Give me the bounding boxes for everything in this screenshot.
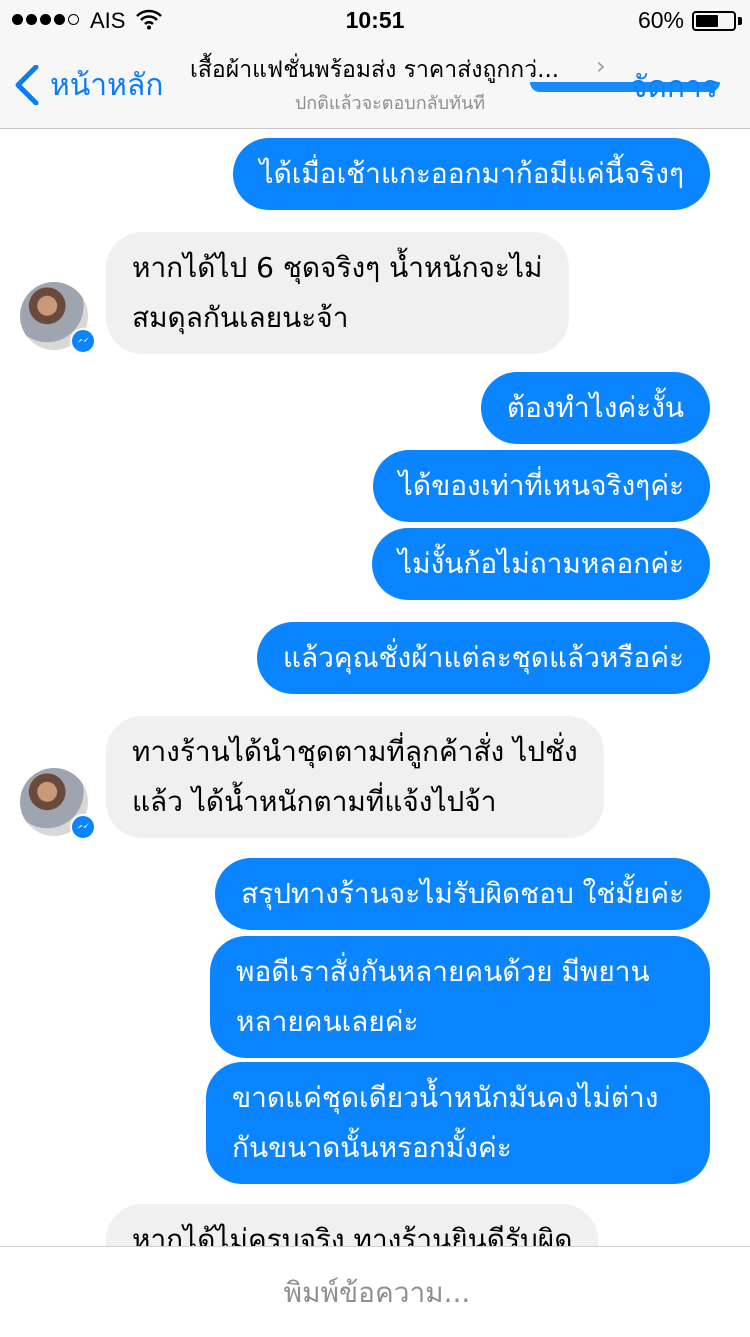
battery-level — [696, 15, 718, 27]
message-line: ต้องทำไงค่ะงั้น — [506, 391, 684, 424]
message-line: แล้วคุณชั่งผ้าแต่ละชุดแล้วหรือค่ะ — [282, 641, 684, 674]
message-line: หากได้ไม่ครบจริง ทางร้านยินดีรับผิด — [132, 1223, 573, 1246]
battery-cap — [738, 17, 742, 25]
back-button[interactable]: หน้าหลัก — [14, 62, 163, 108]
messenger-badge-icon — [70, 814, 96, 840]
message-line: ได้เมื่อเช้าแกะออกมาก้อมีแค่นี้จริงๆ — [259, 157, 684, 190]
messenger-badge-icon — [70, 328, 96, 354]
message-line: หลายคนเลยค่ะ — [236, 1005, 419, 1038]
message-line: กันขนาดนั้นหรอกมั้งค่ะ — [232, 1131, 512, 1164]
message-line: ไม่งั้นก้อไม่ถามหลอกค่ะ — [398, 547, 684, 580]
battery-percentage: 60% — [637, 7, 684, 33]
outgoing-message[interactable]: ได้ของเท่าที่เหนจริงๆค่ะ — [372, 450, 710, 522]
outgoing-message[interactable]: พอดีเราสั่งกันหลายคนด้วย มีพยาน หลายคนเล… — [210, 936, 710, 1058]
battery-icon — [692, 11, 736, 31]
message-line: แล้ว ได้น้ำหนักตามที่แจ้งไปจ้า — [132, 785, 497, 818]
back-button-label: หน้าหลัก — [50, 67, 164, 103]
message-line: ทางร้านได้นำชุดตามที่ลูกค้าสั่ง ไปชั่ง — [132, 735, 578, 768]
previous-message-edge — [530, 82, 720, 92]
message-line: พอดีเราสั่งกันหลายคนด้วย มีพยาน — [236, 955, 650, 988]
message-line: ขาดแค่ชุดเดียวน้ำหนักมันคงไม่ต่าง — [232, 1081, 659, 1114]
chevron-right-icon[interactable]: › — [596, 52, 606, 80]
message-composer — [0, 1246, 750, 1337]
page-avatar[interactable] — [20, 768, 96, 840]
outgoing-message[interactable]: ไม่งั้นก้อไม่ถามหลอกค่ะ — [372, 528, 710, 600]
outgoing-message[interactable]: ขาดแค่ชุดเดียวน้ำหนักมันคงไม่ต่าง กันขนา… — [206, 1062, 710, 1184]
incoming-message[interactable]: หากได้ไป 6 ชุดจริงๆ น้ำหนักจะไม่ สมดุลกั… — [106, 232, 569, 354]
outgoing-message[interactable]: สรุปทางร้านจะไม่รับผิดชอบ ใช่มั้ยค่ะ — [215, 858, 710, 930]
message-line: หากได้ไป 6 ชุดจริงๆ น้ำหนักจะไม่ — [132, 251, 543, 284]
outgoing-message[interactable]: แล้วคุณชั่งผ้าแต่ละชุดแล้วหรือค่ะ — [256, 622, 710, 694]
message-line: สรุปทางร้านจะไม่รับผิดชอบ ใช่มั้ยค่ะ — [241, 877, 684, 910]
status-bar: AIS 10:51 60% — [0, 0, 750, 40]
outgoing-message[interactable]: ได้เมื่อเช้าแกะออกมาก้อมีแค่นี้จริงๆ — [233, 138, 710, 210]
outgoing-message[interactable]: ต้องทำไงค่ะงั้น — [480, 372, 710, 444]
message-line: ได้ของเท่าที่เหนจริงๆค่ะ — [398, 469, 684, 502]
message-input[interactable] — [0, 1247, 750, 1337]
page-avatar[interactable] — [20, 282, 96, 354]
conversation-subtitle: ปกติแล้วจะตอบกลับทันที — [294, 93, 486, 114]
message-line: สมดุลกันเลยนะจ้า — [132, 301, 349, 334]
incoming-message[interactable]: หากได้ไม่ครบจริง ทางร้านยินดีรับผิด — [106, 1204, 599, 1246]
chevron-left-icon — [15, 65, 39, 105]
incoming-message[interactable]: ทางร้านได้นำชุดตามที่ลูกค้าสั่ง ไปชั่ง แ… — [106, 716, 604, 838]
